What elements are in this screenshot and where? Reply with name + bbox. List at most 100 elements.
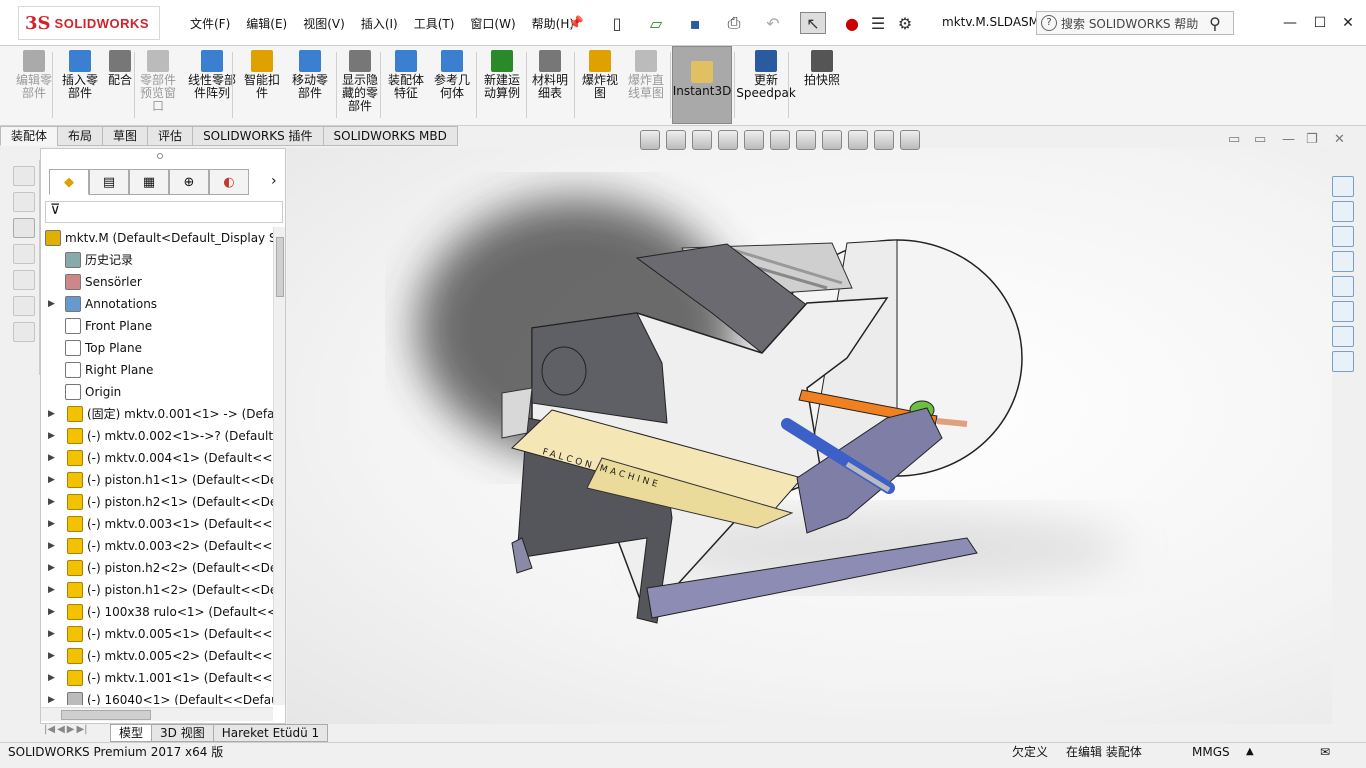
assembly-model[interactable]: FALCON MACHINE <box>287 148 1332 724</box>
take-snapshot-button[interactable]: 拍快照 <box>802 50 842 122</box>
menu-edit[interactable]: 编辑(E) <box>238 14 295 34</box>
reference-geometry-button[interactable]: 参考几 何体 <box>432 50 472 122</box>
tree-item[interactable]: ▶ (-) piston.h1<1> (Default<<Def <box>41 469 273 491</box>
maximize-button[interactable]: ☐ <box>1310 14 1330 32</box>
property-manager-tab-icon[interactable]: ▤ <box>89 169 129 195</box>
viewport-tile-icon[interactable]: ▭ <box>1254 132 1266 147</box>
tab-model[interactable]: 模型 <box>110 724 153 742</box>
expand-arrow-icon[interactable]: ▶ <box>48 447 58 469</box>
expand-arrow-icon[interactable]: ▶ <box>48 557 58 579</box>
menu-view[interactable]: 视图(V) <box>295 14 353 34</box>
viewport-maximize-icon[interactable]: ❐ <box>1306 132 1318 147</box>
feature-tree-tab-icon[interactable]: ◆ <box>49 169 89 195</box>
tree-item[interactable]: ▶ (-) mktv.1.001<1> (Default<<De <box>41 667 273 689</box>
tree-item[interactable]: Sensörler <box>41 271 273 293</box>
viewport-minimize-icon[interactable]: — <box>1282 132 1295 147</box>
appearances-icon[interactable] <box>1332 276 1354 297</box>
tab-sketch[interactable]: 草图 <box>102 126 149 146</box>
tree-item[interactable]: Right Plane <box>41 359 273 381</box>
menu-window[interactable]: 窗口(W) <box>462 14 523 34</box>
graphics-area[interactable]: FALCON MACHINE <box>287 148 1332 724</box>
dimxpert-tab-icon[interactable]: ⊕ <box>169 169 209 195</box>
solidworks-logo[interactable]: 3S SOLIDWORKS <box>18 6 160 40</box>
mate-button[interactable]: 配合 <box>106 50 134 122</box>
select-icon[interactable]: ↖ <box>800 12 826 34</box>
tree-item[interactable]: Top Plane <box>41 337 273 359</box>
tree-item[interactable]: ▶ (-) mktv.0.005<1> (Default<<De <box>41 623 273 645</box>
search-input[interactable]: 搜索 SOLIDWORKS 帮助 <box>1061 15 1198 32</box>
last-tab-icon[interactable]: ▶| <box>76 724 87 742</box>
units-selector[interactable]: MMGS <box>1192 743 1230 761</box>
new-motion-study-button[interactable]: 新建运 动算例 <box>482 50 522 122</box>
tab-evaluate[interactable]: 评估 <box>147 126 194 146</box>
menu-insert[interactable]: 插入(I) <box>353 14 406 34</box>
balloon-tool-icon[interactable] <box>12 192 35 212</box>
tree-filter[interactable]: ⊽ <box>45 201 283 223</box>
configuration-tab-icon[interactable]: ▦ <box>129 169 169 195</box>
viewport-restore-icon[interactable]: ▭ <box>1228 132 1240 147</box>
menu-file[interactable]: 文件(F) <box>182 14 238 34</box>
tab-layout[interactable]: 布局 <box>57 126 104 146</box>
tree-item[interactable]: ▶ (-) piston.h1<2> (Default<<Def <box>41 579 273 601</box>
viewport-close-icon[interactable]: ✕ <box>1334 132 1345 147</box>
file-explorer-icon[interactable] <box>1332 226 1354 247</box>
units-dropdown-icon[interactable]: ▲ <box>1246 743 1254 761</box>
insert-components-button[interactable]: 插入零 部件 <box>60 50 100 122</box>
tree-horizontal-scrollbar[interactable] <box>41 707 273 721</box>
home-icon[interactable] <box>1332 176 1354 197</box>
tree-item[interactable]: ▶ (-) piston.h2<1> (Default<<Def <box>41 491 273 513</box>
new-document-icon[interactable]: ▯ <box>606 12 628 34</box>
view-orientation-icon[interactable] <box>770 130 790 150</box>
smart-dimension-icon[interactable] <box>12 218 35 238</box>
move-component-button[interactable]: 移动零 部件 <box>290 50 330 122</box>
tab-addins[interactable]: SOLIDWORKS 插件 <box>192 126 324 146</box>
expand-arrow-icon[interactable]: ▶ <box>48 623 58 645</box>
tab-mbd[interactable]: SOLIDWORKS MBD <box>322 126 458 146</box>
community-icon[interactable] <box>1332 351 1354 372</box>
file-properties-icon[interactable]: ☰ <box>868 12 888 34</box>
smart-fasteners-button[interactable]: 智能扣 件 <box>244 50 280 122</box>
edit-appearance-icon[interactable] <box>848 130 868 150</box>
expand-arrow-icon[interactable]: ▶ <box>48 425 58 447</box>
tree-item[interactable]: ▶ (-) mktv.0.003<2> (Default<<De <box>41 535 273 557</box>
scroll-thumb[interactable] <box>61 710 151 720</box>
view-palette-icon[interactable] <box>1332 251 1354 272</box>
pin-icon[interactable]: 📌 <box>568 12 584 34</box>
panel-grip-icon[interactable] <box>157 153 163 159</box>
tree-item[interactable]: Front Plane <box>41 315 273 337</box>
menu-tools[interactable]: 工具(T) <box>406 14 463 34</box>
search-icon[interactable]: ⚲ <box>1204 12 1226 34</box>
tree-item[interactable]: Origin <box>41 381 273 403</box>
design-library-icon[interactable] <box>1332 201 1354 222</box>
exploded-view-button[interactable]: 爆炸视 图 <box>580 50 620 122</box>
expand-arrow-icon[interactable]: ▶ <box>48 469 58 491</box>
expand-arrow-icon[interactable]: ▶ <box>48 491 58 513</box>
scroll-thumb[interactable] <box>276 237 284 297</box>
show-hidden-button[interactable]: 显示隐 藏的零 部件 <box>340 50 380 122</box>
prev-tab-icon[interactable]: ◀ <box>57 724 65 742</box>
apply-scene-icon[interactable] <box>874 130 894 150</box>
weld-tool-icon[interactable] <box>12 322 35 342</box>
dynamic-annotation-icon[interactable] <box>744 130 764 150</box>
tree-item[interactable]: 历史记录 <box>41 249 273 271</box>
close-button[interactable]: ✕ <box>1338 14 1358 32</box>
display-manager-tab-icon[interactable]: ◐ <box>209 169 249 195</box>
tree-vertical-scrollbar[interactable] <box>273 227 285 705</box>
datum-tool-icon[interactable] <box>12 270 35 290</box>
update-speedpak-button[interactable]: 更新 Speedpak <box>736 50 796 122</box>
options-gear-icon[interactable]: ⚙ <box>894 12 916 34</box>
tree-item[interactable]: ▶ Annotations <box>41 293 273 315</box>
undo-icon[interactable]: ↶ <box>762 12 784 34</box>
expand-arrow-icon[interactable]: ▶ <box>48 667 58 689</box>
solidworks-forum-icon[interactable] <box>1332 326 1354 347</box>
tree-item[interactable]: ▶ (-) mktv.0.004<1> (Default<<De <box>41 447 273 469</box>
tolerance-tool-icon[interactable] <box>12 296 35 316</box>
custom-properties-icon[interactable] <box>1332 301 1354 322</box>
tree-item[interactable]: ▶ (固定) mktv.0.001<1> -> (Defau <box>41 403 273 425</box>
tree-item[interactable]: ▶ (-) 16040<1> (Default<<Default <box>41 689 273 705</box>
view-settings-icon[interactable] <box>900 130 920 150</box>
assembly-features-button[interactable]: 装配体 特征 <box>386 50 426 122</box>
rebuild-icon[interactable]: ● <box>844 12 860 34</box>
next-tab-icon[interactable]: ▶ <box>67 724 75 742</box>
instant3d-button[interactable]: Instant3D <box>672 46 732 124</box>
